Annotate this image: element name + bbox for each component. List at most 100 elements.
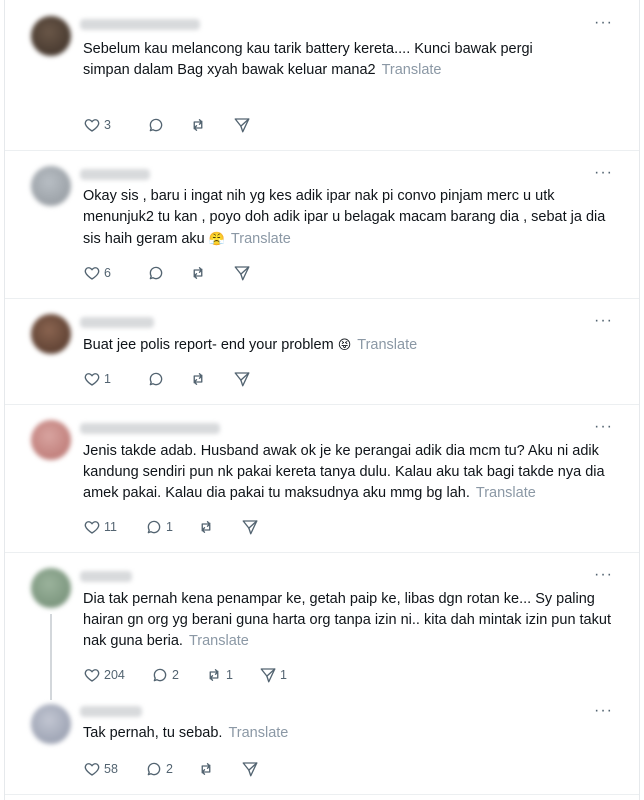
reply-count: 1 — [166, 520, 173, 534]
send-icon — [234, 266, 250, 281]
repost-icon — [193, 373, 203, 385]
share-button[interactable]: 1 — [259, 665, 287, 685]
bottom-divider — [5, 794, 639, 795]
avatar[interactable] — [31, 420, 71, 460]
heart-icon — [84, 521, 100, 534]
repost-button[interactable] — [189, 263, 233, 283]
translate-link[interactable]: Translate — [228, 725, 288, 741]
like-button[interactable]: 6 — [83, 263, 147, 283]
username-redacted — [80, 317, 154, 328]
translate-link[interactable]: Translate — [357, 337, 417, 353]
like-count: 6 — [104, 266, 111, 280]
heart-icon — [84, 669, 100, 682]
share-button[interactable] — [241, 759, 259, 779]
post-text: Okay sis , baru i ingat nih yg kes adik … — [83, 186, 623, 250]
reply-icon — [147, 762, 161, 776]
like-count: 3 — [104, 118, 111, 132]
reply-count: 2 — [172, 668, 179, 682]
action-bar: 204 2 1 1 — [83, 665, 287, 685]
reply-icon — [153, 668, 167, 682]
share-button[interactable] — [241, 517, 259, 537]
repost-icon — [201, 521, 211, 533]
like-button[interactable]: 11 — [83, 517, 145, 537]
like-count: 11 — [104, 520, 117, 534]
send-icon — [260, 668, 276, 683]
post-body: Buat jee polis report- end your problem — [83, 337, 334, 353]
post[interactable]: ··· Okay sis , baru i ingat nih yg kes a… — [5, 150, 639, 299]
post[interactable]: ··· Dia tak pernah kena penampar ke, get… — [5, 552, 639, 800]
avatar[interactable] — [31, 314, 71, 354]
avatar[interactable] — [31, 568, 71, 608]
reply-button[interactable] — [147, 115, 189, 135]
reply-button[interactable] — [147, 369, 189, 389]
action-bar: 11 1 — [83, 517, 259, 537]
reply-button[interactable]: 2 — [145, 759, 197, 779]
reply-button[interactable]: 2 — [151, 665, 205, 685]
username-redacted — [80, 423, 220, 434]
like-count: 204 — [104, 668, 125, 682]
share-button[interactable] — [233, 263, 251, 283]
repost-icon — [193, 267, 203, 279]
reply-button[interactable] — [147, 263, 189, 283]
heart-icon — [84, 763, 100, 776]
repost-icon — [193, 119, 203, 131]
post-text: Tak pernah, tu sebab. Translate — [83, 723, 603, 744]
post[interactable]: ··· Sebelum kau melancong kau tarik batt… — [5, 0, 639, 151]
repost-button[interactable]: 1 — [205, 665, 259, 685]
like-button[interactable]: 204 — [83, 665, 151, 685]
translate-link[interactable]: Translate — [382, 62, 442, 78]
post-text: Buat jee polis report- end your problem … — [83, 334, 603, 356]
repost-icon — [209, 669, 219, 681]
send-icon — [234, 118, 250, 133]
send-icon — [242, 762, 258, 777]
like-button[interactable]: 58 — [83, 759, 145, 779]
post[interactable]: ··· Buat jee polis report- end your prob… — [5, 298, 639, 405]
share-button[interactable] — [233, 115, 251, 135]
translate-link[interactable]: Translate — [189, 633, 249, 649]
reply-icon — [149, 372, 163, 386]
send-icon — [234, 372, 250, 387]
post-body: Sebelum kau melancong kau tarik battery … — [83, 41, 533, 78]
translate-link[interactable]: Translate — [231, 231, 291, 247]
post-text: Sebelum kau melancong kau tarik battery … — [83, 39, 543, 81]
post-text: Dia tak pernah kena penampar ke, getah p… — [83, 589, 623, 652]
post[interactable]: ··· Jenis takde adab. Husband awak ok je… — [5, 404, 639, 553]
share-count: 1 — [280, 668, 287, 682]
share-button[interactable] — [233, 369, 251, 389]
translate-link[interactable]: Translate — [476, 485, 536, 501]
reply-button[interactable]: 1 — [145, 517, 197, 537]
avatar[interactable] — [31, 704, 71, 744]
post-body: Dia tak pernah kena penampar ke, getah p… — [83, 591, 611, 649]
like-button[interactable]: 3 — [83, 115, 147, 135]
heart-icon — [84, 267, 100, 280]
action-bar: 1 — [83, 369, 251, 389]
username-redacted — [80, 169, 150, 180]
reply-icon — [147, 520, 161, 534]
username-redacted — [80, 19, 200, 30]
more-options-icon[interactable]: ··· — [594, 313, 613, 329]
post-body: Tak pernah, tu sebab. — [83, 725, 223, 741]
avatar[interactable] — [31, 166, 71, 206]
like-count: 1 — [104, 372, 111, 386]
action-bar: 6 — [83, 263, 251, 283]
repost-count: 1 — [226, 668, 233, 682]
repost-icon — [201, 763, 211, 775]
reply-count: 2 — [166, 762, 173, 776]
repost-button[interactable] — [189, 369, 233, 389]
reply-icon — [149, 118, 163, 132]
heart-icon — [84, 119, 100, 132]
like-count: 58 — [104, 762, 118, 776]
avatar[interactable] — [31, 16, 71, 56]
more-options-icon[interactable]: ··· — [594, 15, 613, 31]
post-body: Okay sis , baru i ingat nih yg kes adik … — [83, 188, 606, 247]
more-options-icon[interactable]: ··· — [594, 165, 613, 181]
like-button[interactable]: 1 — [83, 369, 147, 389]
repost-button[interactable] — [189, 115, 233, 135]
more-options-icon[interactable]: ··· — [594, 703, 613, 719]
repost-button[interactable] — [197, 759, 241, 779]
more-options-icon[interactable]: ··· — [594, 419, 613, 435]
repost-button[interactable] — [197, 517, 241, 537]
angry-face-emoji: 😤 — [208, 231, 225, 246]
send-icon — [242, 520, 258, 535]
more-options-icon[interactable]: ··· — [594, 567, 613, 583]
